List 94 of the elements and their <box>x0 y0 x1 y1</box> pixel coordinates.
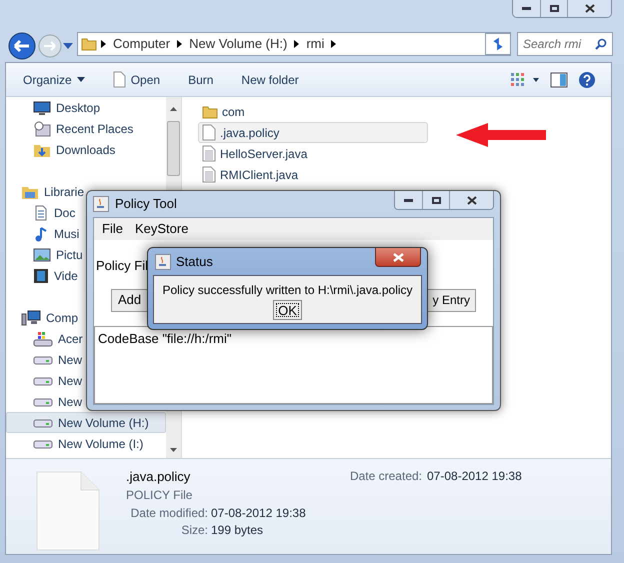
search-input[interactable]: Search rmi <box>523 35 593 53</box>
file-icon <box>112 71 126 88</box>
status-message: Policy successfully written to H:\rmi\.java.policy <box>162 282 413 299</box>
drive-icon <box>33 438 53 448</box>
dropdown-caret-icon[interactable] <box>63 43 73 49</box>
add-entry-button[interactable]: Add <box>111 288 148 312</box>
help-icon[interactable] <box>578 70 596 88</box>
close-button[interactable] <box>567 0 611 17</box>
toolbar-button[interactable]: Organize <box>15 68 93 92</box>
breadcrumb[interactable]: rmi <box>303 34 328 54</box>
window-title: Policy Tool <box>115 195 177 214</box>
sidebar-item[interactable]: New <box>6 391 84 412</box>
film-strip-icon <box>33 268 49 284</box>
maximize-button[interactable] <box>540 0 567 17</box>
sidebar-item[interactable]: Comp <box>6 307 80 328</box>
file-name: .java.policy <box>126 468 190 486</box>
file-icon <box>36 471 100 551</box>
sidebar-item[interactable]: New Volume (I:) <box>6 433 146 454</box>
policy-entry[interactable]: CodeBase "file://h:/rmi" <box>95 329 492 348</box>
size-label: Size: <box>181 522 208 539</box>
toolbar-button[interactable]: New folder <box>233 68 307 92</box>
sidebar-item[interactable]: Pictu <box>6 244 85 265</box>
close-button[interactable] <box>449 191 493 209</box>
menu-item[interactable]: KeyStore <box>128 219 194 239</box>
view-grid-icon[interactable] <box>510 72 540 88</box>
drive-icon <box>33 396 53 406</box>
java-cup-icon <box>93 196 109 212</box>
folder-icon <box>81 36 97 52</box>
sidebar-item[interactable]: Desktop <box>6 97 102 118</box>
ok-button[interactable]: OK <box>273 300 302 320</box>
file-icon <box>202 124 216 141</box>
breadcrumb[interactable]: New Volume (H:) <box>186 34 290 54</box>
text-file-icon <box>202 166 216 183</box>
scroll-down-icon[interactable] <box>170 448 177 452</box>
monitor-icon <box>33 100 51 116</box>
search-icon <box>595 38 607 50</box>
file-row[interactable]: .java.policy <box>198 122 428 143</box>
picture-icon <box>33 248 51 262</box>
file-row[interactable]: HelloServer.java <box>198 143 428 164</box>
toolbar-button[interactable]: Burn <box>180 68 222 92</box>
computer-icon <box>21 310 41 326</box>
sidebar-item[interactable]: Musi <box>6 223 82 244</box>
back-button[interactable] <box>7 31 37 61</box>
scrollbar-thumb[interactable] <box>167 121 180 176</box>
sidebar-item[interactable]: Vide <box>6 265 80 286</box>
date-modified-value: 07-08-2012 19:38 <box>211 505 306 522</box>
preview-pane-icon[interactable] <box>550 72 568 88</box>
document-icon <box>33 204 49 220</box>
chevron-icon[interactable] <box>101 40 106 48</box>
date-created-value: 07-08-2012 19:38 <box>427 468 522 485</box>
sidebar-item[interactable]: New <box>6 370 84 391</box>
file-row[interactable]: RMIClient.java <box>198 164 428 185</box>
breadcrumb[interactable]: Computer <box>110 34 174 54</box>
sidebar-item[interactable]: New <box>6 349 84 370</box>
file-row[interactable]: com <box>198 101 428 122</box>
java-cup-icon <box>155 254 171 270</box>
toolbar-button[interactable]: Open <box>104 68 168 92</box>
chevron-icon[interactable] <box>294 40 300 48</box>
chevron-icon[interactable] <box>177 40 182 48</box>
drive-icon <box>33 418 53 428</box>
sidebar-item[interactable]: Acer <box>6 328 85 349</box>
text-file-icon <box>202 145 216 162</box>
close-button[interactable] <box>375 248 421 267</box>
sidebar-item[interactable]: New Volume (H:) <box>6 412 166 433</box>
address-bar[interactable]: Computer New Volume (H:) rmi <box>77 32 511 56</box>
file-type: POLICY File <box>126 487 192 504</box>
entry-button[interactable]: y Entry <box>426 288 476 312</box>
minimize-button[interactable] <box>513 0 540 17</box>
maximize-button[interactable] <box>422 191 449 209</box>
menu-item[interactable]: File <box>96 219 129 239</box>
system-drive-icon <box>33 330 53 346</box>
dialog-title: Status <box>176 252 213 271</box>
chevron-icon[interactable] <box>331 40 336 48</box>
sidebar-item[interactable]: Librarie <box>6 181 86 202</box>
close-icon <box>392 252 404 262</box>
minimize-button[interactable] <box>395 191 422 209</box>
date-modified-label: Date modified: <box>130 505 208 522</box>
folder-icon <box>202 104 218 120</box>
sidebar-item[interactable]: Recent Places <box>6 118 136 139</box>
refresh-button[interactable] <box>485 33 511 55</box>
date-created-label: Date created: <box>350 468 422 485</box>
sidebar-item[interactable]: Doc <box>6 202 78 223</box>
search-field[interactable]: Search rmi <box>517 32 613 56</box>
close-icon <box>466 196 476 204</box>
sidebar-item[interactable]: Downloads <box>6 139 118 160</box>
scroll-up-icon[interactable] <box>170 107 177 111</box>
size-value: 199 bytes <box>211 522 264 539</box>
music-note-icon <box>33 226 49 242</box>
caret-icon <box>76 77 85 82</box>
drive-icon <box>33 376 53 386</box>
clock-folder-icon <box>33 120 51 136</box>
policy-file-label: Policy Fil <box>95 257 148 276</box>
close-icon <box>584 4 594 13</box>
drive-icon <box>33 354 53 364</box>
